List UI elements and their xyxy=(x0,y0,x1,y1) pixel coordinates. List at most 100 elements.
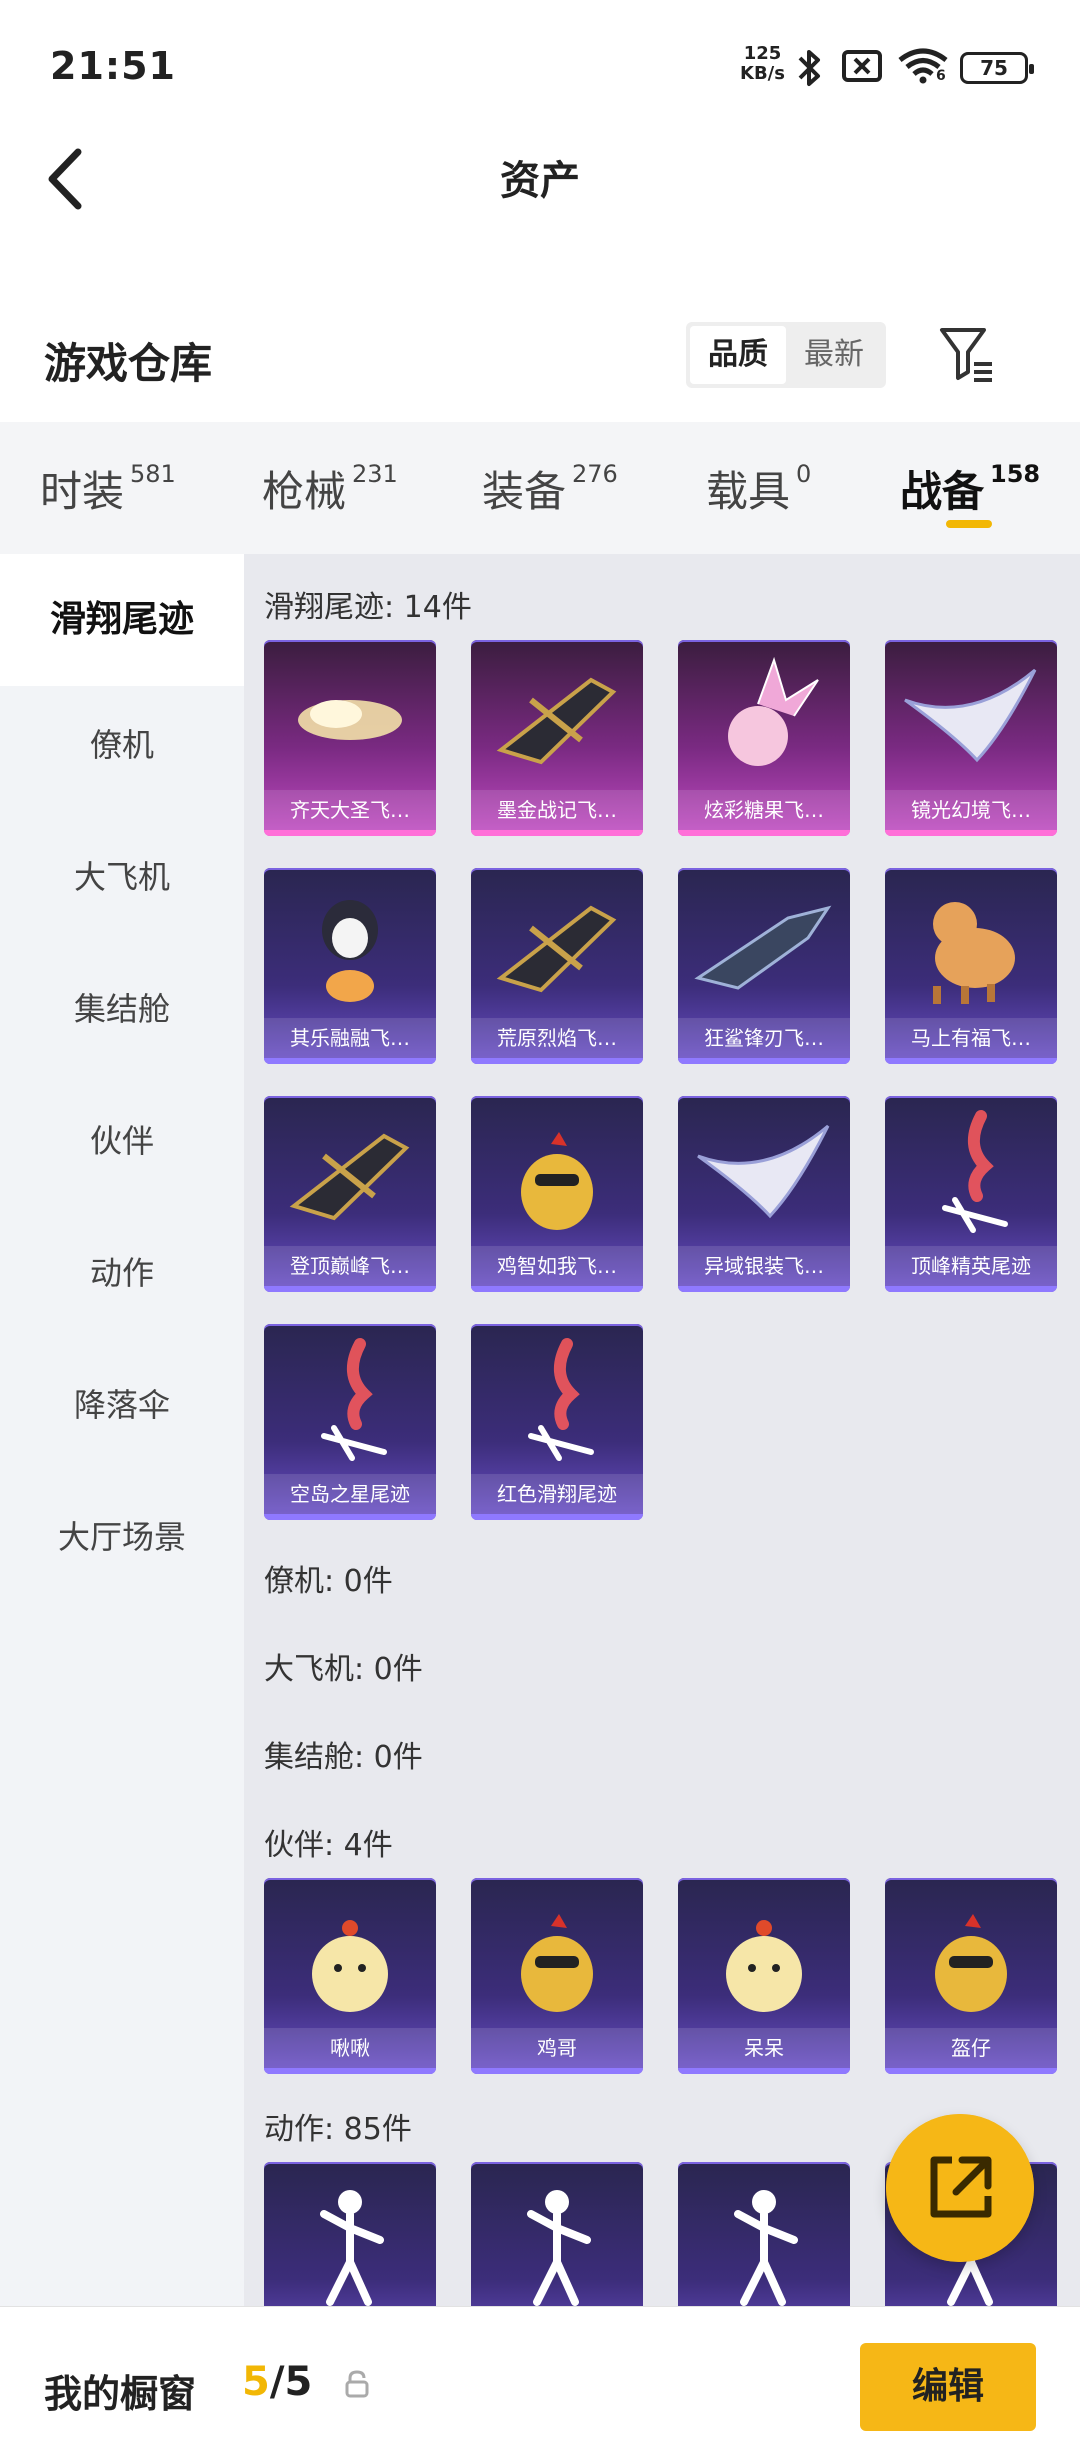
item-card[interactable]: 荒原烈焰飞… xyxy=(471,868,643,1064)
card-rarity-bar xyxy=(678,1058,850,1064)
item-card[interactable] xyxy=(264,2162,436,2306)
card-rarity-bar xyxy=(678,2068,850,2074)
tab-count: 581 xyxy=(130,460,176,488)
battery-indicator: 75 xyxy=(960,52,1034,84)
tab-label: 装备 xyxy=(482,467,567,516)
app-header: 资产 xyxy=(0,130,1080,220)
item-card[interactable]: 空岛之星尾迹 xyxy=(264,1324,436,1520)
item-card[interactable] xyxy=(471,2162,643,2306)
category-tabs: 时装 581 枪械 231 装备 276 载具 0 战备 158 xyxy=(0,422,1080,554)
sort-newest-button[interactable]: 最新 xyxy=(786,326,882,384)
filter-button[interactable] xyxy=(934,322,1000,388)
sidebar-item-emote[interactable]: 动作 xyxy=(0,1248,244,1294)
showcase-bar: 我的橱窗 5/5 编辑 xyxy=(0,2306,1080,2460)
tab-count: 158 xyxy=(990,460,1041,488)
section-label-assembly-pod: 集结舱: 0件 xyxy=(264,1740,423,1775)
chicken-icon xyxy=(521,1914,593,2012)
item-name: 顶峰精英尾迹 xyxy=(885,1246,1057,1286)
card-rarity-bar xyxy=(885,830,1057,836)
item-card[interactable]: 异域银装飞… xyxy=(678,1096,850,1292)
item-name: 鸡智如我飞… xyxy=(471,1246,643,1286)
dance-icon xyxy=(734,2190,798,2306)
penguin-icon xyxy=(322,900,378,1002)
dance-icon xyxy=(527,2190,591,2306)
item-card[interactable]: 炫彩糖果飞… xyxy=(678,640,850,836)
chicken-icon xyxy=(521,1132,593,1230)
dance-icon xyxy=(320,2190,384,2306)
item-card[interactable]: 镜光幻境飞… xyxy=(885,640,1057,836)
sidebar-item-companion[interactable]: 伙伴 xyxy=(0,1116,244,1162)
item-card[interactable]: 狂鲨锋刃飞… xyxy=(678,868,850,1064)
tab-fashion[interactable]: 时装 581 xyxy=(40,458,176,519)
item-card[interactable]: 啾啾 xyxy=(264,1878,436,2074)
item-card[interactable]: 呆呆 xyxy=(678,1878,850,2074)
item-card[interactable] xyxy=(678,2162,850,2306)
item-name: 啾啾 xyxy=(264,2028,436,2068)
wing-icon xyxy=(697,1124,830,1219)
jet-icon xyxy=(496,905,617,993)
sidebar-item-glide-trail[interactable]: 滑翔尾迹 xyxy=(0,554,244,686)
edit-showcase-button[interactable]: 编辑 xyxy=(860,2343,1036,2431)
share-button[interactable] xyxy=(886,2114,1034,2262)
showcase-total: /5 xyxy=(269,2359,313,2405)
item-name: 盔仔 xyxy=(885,2028,1057,2068)
cloud-icon xyxy=(298,700,402,740)
item-card[interactable]: 其乐融融飞… xyxy=(264,868,436,1064)
item-card[interactable]: 齐天大圣飞… xyxy=(264,640,436,836)
sort-quality-button[interactable]: 品质 xyxy=(690,326,786,384)
item-card[interactable]: 顶峰精英尾迹 xyxy=(885,1096,1057,1292)
item-name: 其乐融融飞… xyxy=(264,1018,436,1058)
horse-icon xyxy=(933,902,1015,1004)
chick-icon xyxy=(726,1920,802,2012)
tab-guns[interactable]: 枪械 231 xyxy=(262,458,398,519)
card-rarity-bar xyxy=(471,830,643,836)
tab-label: 战备 xyxy=(900,467,985,516)
warehouse-title: 游戏仓库 xyxy=(44,339,213,388)
item-card[interactable]: 马上有福飞… xyxy=(885,868,1057,1064)
item-name: 呆呆 xyxy=(678,2028,850,2068)
tab-combat-gear[interactable]: 战备 158 xyxy=(900,458,1040,519)
card-rarity-bar xyxy=(678,830,850,836)
tab-equipment[interactable]: 装备 276 xyxy=(482,458,618,519)
sidebar-item-parachute[interactable]: 降落伞 xyxy=(0,1380,244,1426)
active-tab-indicator xyxy=(946,520,992,528)
sidebar-item-lobby-scene[interactable]: 大厅场景 xyxy=(0,1512,244,1558)
sidebar-item-big-plane[interactable]: 大飞机 xyxy=(0,852,244,898)
item-card[interactable]: 盔仔 xyxy=(885,1878,1057,2074)
item-card[interactable]: 墨金战记飞… xyxy=(471,640,643,836)
item-card[interactable]: 登顶巅峰飞… xyxy=(264,1096,436,1292)
card-rarity-bar xyxy=(885,1058,1057,1064)
showcase-count: 5/5 xyxy=(242,2359,312,2405)
item-name: 登顶巅峰飞… xyxy=(264,1246,436,1286)
item-card[interactable]: 鸡智如我飞… xyxy=(471,1096,643,1292)
section-label-wingman: 僚机: 0件 xyxy=(264,1564,393,1599)
wing-icon xyxy=(904,668,1037,763)
card-rarity-bar xyxy=(264,2068,436,2074)
bluetooth-icon xyxy=(798,50,820,86)
net-speed-value: 125 xyxy=(743,43,782,64)
sim-no-signal-icon xyxy=(842,50,882,82)
jet-icon xyxy=(496,677,617,765)
showcase-title: 我的橱窗 xyxy=(44,2372,197,2416)
item-name: 空岛之星尾迹 xyxy=(264,1474,436,1514)
section-label-companion: 伙伴: 4件 xyxy=(264,1828,393,1863)
sort-toggle: 品质 最新 xyxy=(686,322,886,388)
lock-icon xyxy=(345,2370,369,2398)
item-card[interactable]: 红色滑翔尾迹 xyxy=(471,1324,643,1520)
tab-vehicles[interactable]: 载具 0 xyxy=(706,458,811,519)
page-title: 资产 xyxy=(500,158,580,204)
item-grid-area: 滑翔尾迹: 14件 僚机: 0件 大飞机: 0件 集结舱: 0件 伙伴: 4件 … xyxy=(244,554,1080,2306)
smoke-trail-icon xyxy=(942,1110,1008,1233)
card-rarity-bar xyxy=(678,1286,850,1292)
smoke-trail-icon xyxy=(321,1338,387,1461)
section-label-glide-trail: 滑翔尾迹: 14件 xyxy=(264,590,472,625)
item-name: 鸡哥 xyxy=(471,2028,643,2068)
item-card[interactable]: 鸡哥 xyxy=(471,1878,643,2074)
sidebar-item-assembly-pod[interactable]: 集结舱 xyxy=(0,984,244,1030)
card-rarity-bar xyxy=(264,830,436,836)
sidebar-item-wingman[interactable]: 僚机 xyxy=(0,720,244,766)
wifi-label: 6 xyxy=(936,68,946,84)
card-rarity-bar xyxy=(885,1286,1057,1292)
card-rarity-bar xyxy=(264,1286,436,1292)
tab-label: 枪械 xyxy=(262,467,347,516)
